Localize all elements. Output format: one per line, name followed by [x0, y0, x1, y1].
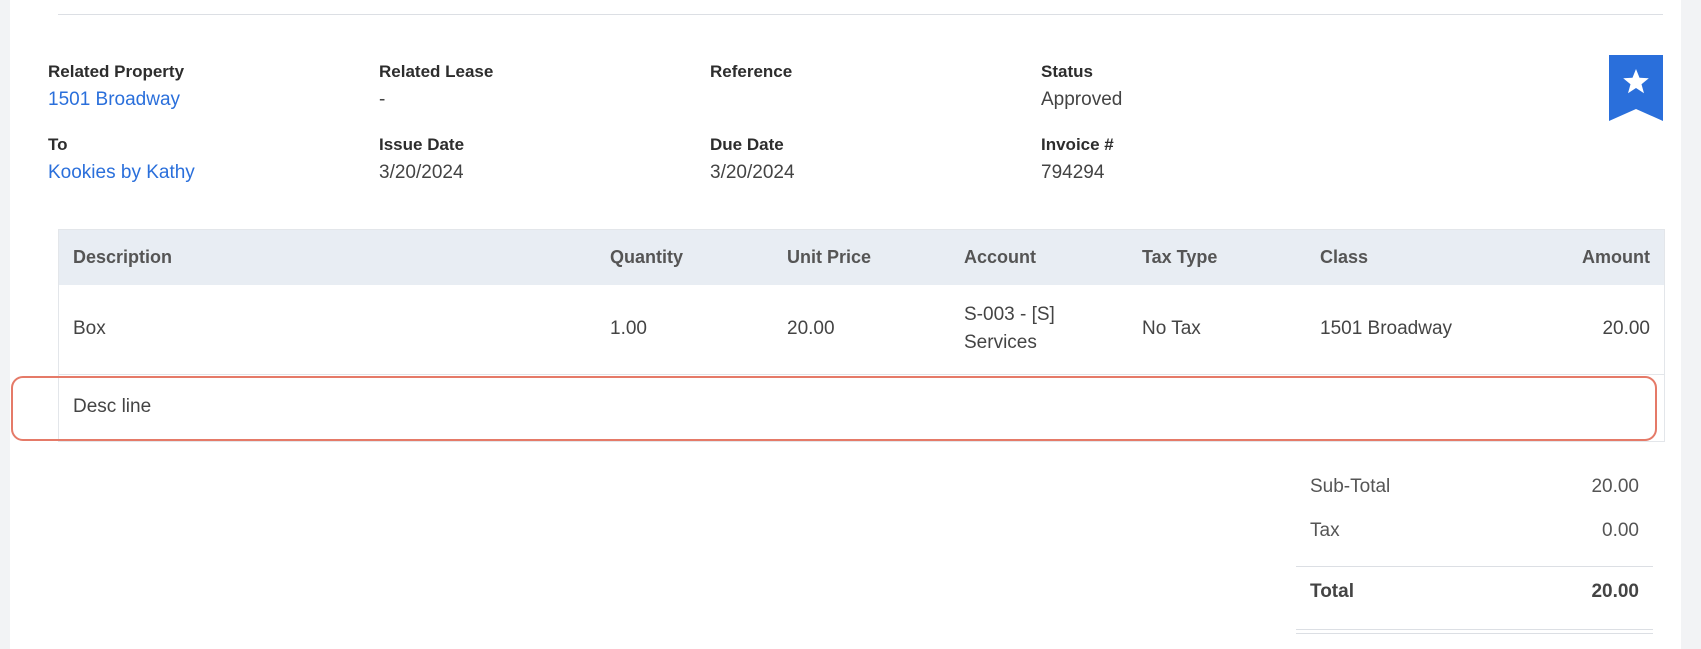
status-label: Status — [1041, 62, 1093, 81]
total-label: Total — [1310, 581, 1354, 602]
cell-account: S-003 - [S] Services — [964, 301, 1055, 357]
col-account: Account — [964, 247, 1036, 267]
subtotal-row: Sub-Total 20.00 — [1296, 468, 1653, 512]
col-tax-type: Tax Type — [1142, 247, 1218, 267]
cell-amount: 20.00 — [1602, 318, 1650, 339]
due-date-field: Due Date 3/20/2024 — [710, 135, 795, 184]
total-value: 20.00 — [1591, 581, 1639, 602]
col-class: Class — [1320, 247, 1369, 267]
cell-description: Box — [73, 318, 106, 339]
reference-label: Reference — [710, 62, 793, 81]
issue-date-value: 3/20/2024 — [379, 162, 464, 183]
star-icon — [1609, 55, 1663, 121]
to-label: To — [48, 135, 68, 154]
totals-double-rule — [1296, 629, 1653, 634]
col-description: Description — [73, 247, 173, 267]
related-property-field: Related Property 1501 Broadway — [48, 62, 184, 111]
subtotal-value: 20.00 — [1591, 476, 1639, 497]
related-lease-field: Related Lease - — [379, 62, 493, 111]
col-unit-price: Unit Price — [787, 247, 872, 267]
col-amount: Amount — [1582, 247, 1650, 267]
invoice-number-field: Invoice # 794294 — [1041, 135, 1114, 184]
bookmark-button[interactable] — [1609, 55, 1663, 121]
reference-field: Reference — [710, 62, 792, 89]
to-field: To Kookies by Kathy — [48, 135, 195, 184]
tax-label: Tax — [1310, 520, 1340, 541]
table-row[interactable]: Box 1.00 20.00 S-003 - [S] Services No T… — [59, 285, 1664, 375]
divider — [58, 14, 1663, 15]
cell-account-line1: S-003 - [S] — [964, 304, 1055, 325]
issue-date-field: Issue Date 3/20/2024 — [379, 135, 464, 184]
invoice-number-value: 794294 — [1041, 162, 1105, 183]
cell-class: 1501 Broadway — [1320, 318, 1453, 339]
description-line-text: Desc line — [73, 396, 152, 417]
col-quantity: Quantity — [610, 247, 684, 267]
to-link[interactable]: Kookies by Kathy — [48, 162, 195, 184]
related-property-link[interactable]: 1501 Broadway — [48, 89, 184, 111]
due-date-value: 3/20/2024 — [710, 162, 795, 183]
issue-date-label: Issue Date — [379, 135, 465, 154]
related-lease-value: - — [379, 89, 386, 110]
table-header: Description Quantity Unit Price Account … — [59, 230, 1664, 285]
status-value: Approved — [1041, 89, 1123, 110]
invoice-number-label: Invoice # — [1041, 135, 1114, 154]
cell-tax-type: No Tax — [1142, 318, 1201, 339]
line-items-table: Description Quantity Unit Price Account … — [58, 229, 1665, 442]
cell-unit-price: 20.00 — [787, 318, 835, 339]
description-line-row[interactable]: Desc line — [59, 375, 1664, 441]
subtotal-label: Sub-Total — [1310, 476, 1391, 497]
tax-row: Tax 0.00 — [1296, 512, 1653, 556]
totals-panel: Sub-Total 20.00 Tax 0.00 Total 20.00 — [1296, 468, 1653, 634]
total-row: Total 20.00 — [1296, 567, 1653, 629]
related-lease-label: Related Lease — [379, 62, 494, 81]
status-field: Status Approved — [1041, 62, 1122, 111]
tax-value: 0.00 — [1602, 520, 1639, 541]
related-property-label: Related Property — [48, 62, 185, 81]
due-date-label: Due Date — [710, 135, 784, 154]
cell-quantity: 1.00 — [610, 318, 647, 339]
cell-account-line2: Services — [964, 332, 1037, 353]
